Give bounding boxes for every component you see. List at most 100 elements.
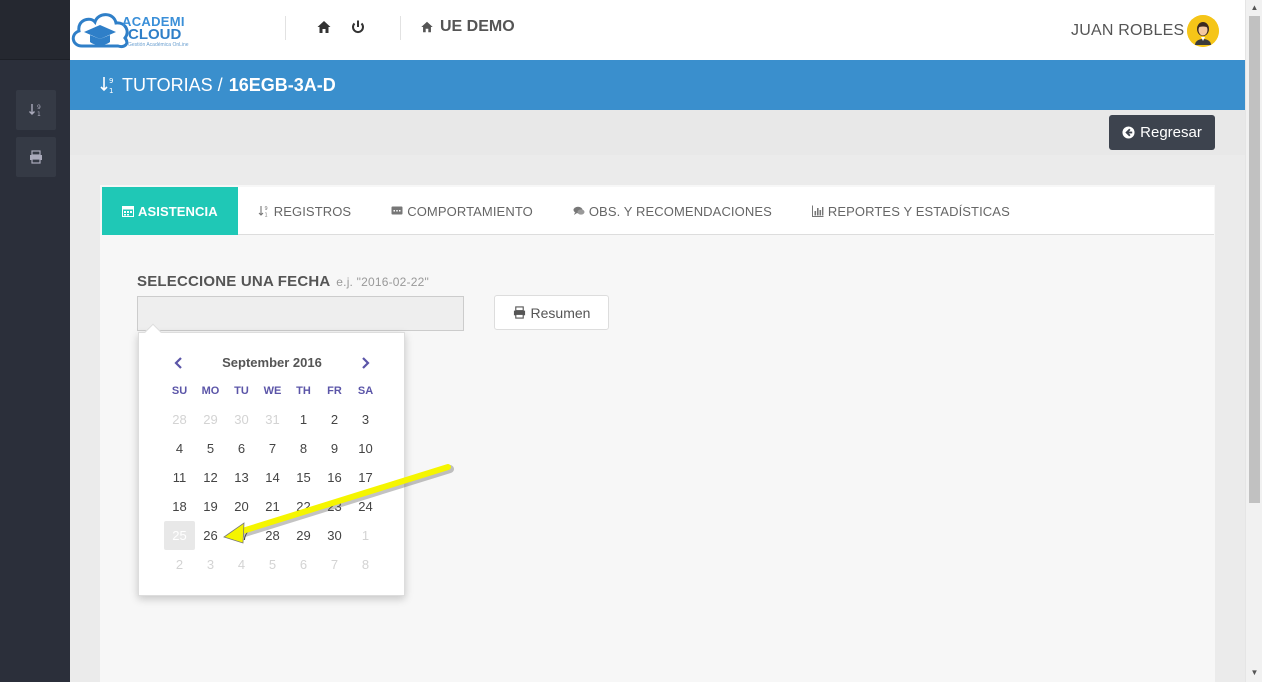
calendar-day[interactable]: 1 — [350, 521, 381, 550]
logo-tagline: Gestión Académica OnLine — [128, 42, 189, 48]
calendar-day[interactable]: 8 — [350, 550, 381, 579]
month-title[interactable]: September 2016 — [194, 355, 350, 370]
calendar-day[interactable]: 29 — [195, 405, 226, 434]
tab-bar: ASISTENCIA 91 REGISTROS COMPORTAMIENTO O… — [102, 187, 1214, 235]
calendar-day[interactable]: 4 — [226, 550, 257, 579]
summary-button[interactable]: Resumen — [494, 295, 609, 330]
datepicker-popup: September 2016 SU MO TU WE TH FR SA 28 29… — [138, 323, 405, 596]
sort-numeric-icon: 91 — [29, 104, 41, 117]
calendar-day[interactable]: 5 — [195, 434, 226, 463]
calendar-week-row: 4 5 6 7 8 9 10 — [164, 434, 381, 463]
calendar-day[interactable]: 5 — [257, 550, 288, 579]
calendar-day[interactable]: 14 — [257, 463, 288, 492]
summary-button-label: Resumen — [530, 304, 591, 321]
user-avatar-icon — [1187, 15, 1219, 47]
calendar-day[interactable]: 3 — [350, 405, 381, 434]
calendar-week-row: 28 29 30 31 1 2 3 — [164, 405, 381, 434]
calendar-icon — [122, 206, 134, 217]
prev-month-button[interactable] — [169, 353, 189, 373]
calendar-day[interactable]: 16 — [319, 463, 350, 492]
calendar-day[interactable]: 9 — [319, 434, 350, 463]
calendar-day-selected[interactable]: 25 — [164, 521, 195, 550]
calendar-day[interactable]: 19 — [195, 492, 226, 521]
calendar-day[interactable]: 22 — [288, 492, 319, 521]
sidebar-print-button[interactable] — [16, 137, 56, 177]
calendar-day[interactable]: 28 — [257, 521, 288, 550]
weekday-row: SU MO TU WE TH FR SA — [164, 381, 381, 401]
home-icon — [421, 21, 433, 33]
calendar-day[interactable]: 2 — [164, 550, 195, 579]
calendar-day[interactable]: 4 — [164, 434, 195, 463]
calendar-day[interactable]: 23 — [319, 492, 350, 521]
calendar-day[interactable]: 28 — [164, 405, 195, 434]
calendar-day[interactable]: 30 — [319, 521, 350, 550]
datepicker-header: September 2016 — [164, 353, 380, 373]
calendar-day[interactable]: 7 — [257, 434, 288, 463]
tab-obs-recomendaciones[interactable]: OBS. Y RECOMENDACIONES — [553, 187, 792, 235]
tab-reportes[interactable]: REPORTES Y ESTADÍSTICAS — [792, 187, 1030, 235]
calendar-day[interactable]: 7 — [319, 550, 350, 579]
scroll-down-arrow[interactable]: ▼ — [1250, 668, 1259, 677]
calendar-day[interactable]: 15 — [288, 463, 319, 492]
calendar-day[interactable]: 27 — [226, 521, 257, 550]
weekday-label: TH — [296, 385, 311, 397]
tab-registros[interactable]: 91 REGISTROS — [238, 187, 371, 235]
calendar-day[interactable]: 11 — [164, 463, 195, 492]
logo-text-cloud: CLOUD — [128, 26, 182, 43]
calendar-day[interactable]: 18 — [164, 492, 195, 521]
print-icon — [30, 150, 42, 164]
sidebar-sort-button[interactable]: 91 — [16, 90, 56, 130]
weekday-label: SA — [357, 385, 374, 397]
weekday-label: FR — [327, 385, 342, 397]
school-name: UE DEMO — [440, 18, 515, 35]
sort-numeric-icon: 91 — [258, 206, 267, 218]
weekday-label: TU — [234, 385, 249, 397]
school-selector[interactable]: UE DEMO — [420, 18, 515, 36]
sort-numeric-icon: 91 — [100, 77, 113, 94]
user-name[interactable]: JUAN ROBLES — [1071, 22, 1184, 40]
logout-button[interactable] — [350, 19, 366, 35]
weekday-label: WE — [263, 385, 282, 397]
home-button[interactable] — [316, 19, 332, 35]
calendar-day[interactable]: 8 — [288, 434, 319, 463]
date-hint: e.j. "2016-02-22" — [336, 275, 429, 289]
avatar[interactable] — [1187, 15, 1219, 47]
calendar-day[interactable]: 20 — [226, 492, 257, 521]
calendar-day[interactable]: 21 — [257, 492, 288, 521]
calendar-day[interactable]: 29 — [288, 521, 319, 550]
svg-text:9: 9 — [109, 77, 113, 85]
scroll-up-arrow[interactable]: ▲ — [1250, 3, 1259, 12]
calendar-day[interactable]: 10 — [350, 434, 381, 463]
calendar-day[interactable]: 17 — [350, 463, 381, 492]
page-title: 16EGB-3A-D — [228, 74, 336, 95]
breadcrumb-section[interactable]: TUTORIAS / — [122, 75, 223, 96]
top-header: ACADEMI CLOUD Gestión Académica OnLine U… — [70, 0, 1245, 60]
calendar-day[interactable]: 2 — [319, 405, 350, 434]
sidebar-top — [0, 0, 70, 60]
calendar-day[interactable]: 24 — [350, 492, 381, 521]
calendar-day[interactable]: 31 — [257, 405, 288, 434]
calendar-day[interactable]: 30 — [226, 405, 257, 434]
home-icon — [317, 21, 331, 33]
svg-text:1: 1 — [264, 213, 267, 218]
calendar-day[interactable]: 12 — [195, 463, 226, 492]
calendar-day[interactable]: 6 — [226, 434, 257, 463]
calendar-day[interactable]: 1 — [288, 405, 319, 434]
calendar-day[interactable]: 6 — [288, 550, 319, 579]
scroll-thumb[interactable] — [1249, 16, 1260, 503]
tab-comportamiento[interactable]: COMPORTAMIENTO — [371, 187, 553, 235]
next-month-button[interactable] — [355, 353, 375, 373]
header-divider — [285, 16, 286, 40]
academicloud-logo[interactable]: ACADEMI CLOUD Gestión Académica OnLine — [70, 6, 190, 54]
page-scrollbar[interactable]: ▲ ▼ — [1245, 0, 1262, 682]
date-input[interactable] — [137, 296, 464, 331]
comments-icon — [573, 206, 585, 215]
calendar-day[interactable]: 26 — [195, 521, 226, 550]
calendar-week-row: 2345678 — [164, 550, 381, 579]
back-button[interactable]: Regresar — [1109, 115, 1215, 150]
calendar-day[interactable]: 13 — [226, 463, 257, 492]
calendar-day[interactable]: 3 — [195, 550, 226, 579]
tab-asistencia[interactable]: ASISTENCIA — [102, 187, 238, 235]
weekday-label: SU — [171, 385, 188, 397]
left-sidebar: 91 — [0, 0, 70, 682]
